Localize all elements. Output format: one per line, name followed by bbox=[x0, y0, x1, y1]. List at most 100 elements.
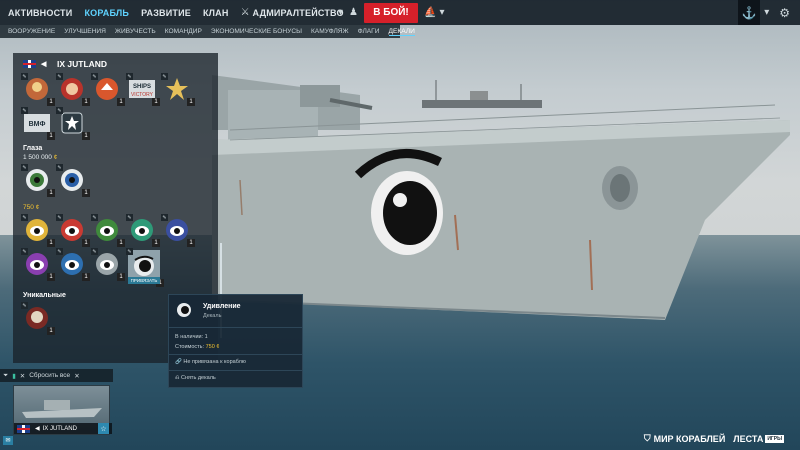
decal-slot[interactable]: SHIPS VICTORY ✎ 1 bbox=[126, 73, 160, 106]
destroyer-class-icon: ◀ bbox=[35, 426, 40, 432]
nav-admiralty[interactable]: АДМИРАЛТЕЙСТВО bbox=[253, 8, 344, 18]
pin-icon: ✎ bbox=[126, 248, 133, 255]
rank-emblem-icon[interactable]: ⚓ bbox=[738, 0, 761, 25]
close-icon[interactable]: ✕ bbox=[20, 372, 25, 380]
studio-tag: ИГРЫ bbox=[765, 434, 784, 443]
decal-count: 1 bbox=[47, 273, 55, 281]
tab-economic-bonuses[interactable]: ЭКОНОМИЧЕСКИЕ БОНУСЫ bbox=[211, 28, 302, 35]
decal-tooltip: Удивление Декаль В наличии: 1 Стоимость:… bbox=[168, 294, 303, 388]
tab-armament[interactable]: ВООРУЖЕНИЕ bbox=[8, 28, 55, 35]
panel-header: ◀ IX JUTLAND bbox=[13, 53, 218, 75]
eyes-section-price: 1 500 000 ¢ bbox=[23, 154, 58, 161]
decal-slot[interactable]: ✎ 1 bbox=[56, 107, 90, 140]
carousel-filter-bar: ⏷ ▮ ✕ Сбросить все ✕ bbox=[0, 369, 113, 382]
link-icon: 🔗 bbox=[175, 359, 182, 365]
pin-icon: ✎ bbox=[126, 73, 133, 80]
decal-count: 1 bbox=[117, 273, 125, 281]
ships-of-victory-logo: SHIPS bbox=[133, 84, 151, 90]
divisions-icon[interactable]: ♟ bbox=[349, 7, 358, 18]
pin-icon: ✎ bbox=[21, 302, 28, 309]
cost-row: Стоимость: 750 ¢ bbox=[175, 344, 220, 350]
decal-slot[interactable]: ✎ 1 bbox=[21, 248, 55, 281]
game-logo: МИР КОРАБЛЕЙ bbox=[653, 433, 726, 444]
reset-filters[interactable]: Сбросить все bbox=[29, 372, 70, 379]
tab-survivability[interactable]: ЖИВУЧЕСТЬ bbox=[115, 28, 156, 35]
decal-slot[interactable]: ✎ 1 bbox=[56, 73, 90, 106]
decal-slot[interactable]: ✎ 1 bbox=[56, 248, 90, 281]
decal-slot[interactable]: ✎ 1 bbox=[21, 302, 55, 335]
decal-count: 1 bbox=[47, 189, 55, 197]
eyes-section-title: Глаза bbox=[23, 145, 43, 152]
decal-slot[interactable]: ✎ 1 bbox=[56, 214, 90, 247]
tooltip-title: Удивление bbox=[203, 303, 241, 310]
bind-button[interactable]: ПРИВЯЗАТЬ bbox=[128, 277, 160, 284]
battle-button[interactable]: В БОЙ! bbox=[364, 2, 418, 23]
in-stock-row: В наличии: 1 bbox=[175, 334, 208, 340]
decal-slot[interactable]: ✎ 1 bbox=[91, 73, 125, 106]
decal-slot[interactable]: ✎ 1 bbox=[21, 214, 55, 247]
filter-icon[interactable]: ⏷ bbox=[3, 372, 8, 380]
favorite-star-icon[interactable]: ☆ bbox=[98, 423, 109, 434]
decal-count: 1 bbox=[47, 327, 55, 335]
battle-mode-icon[interactable]: ⛵ bbox=[424, 7, 436, 18]
eye-decal-icon bbox=[177, 303, 191, 317]
top-navigation-bar: АКТИВНОСТИ КОРАБЛЬ РАЗВИТИЕ КЛАН ⚔ АДМИР… bbox=[0, 0, 800, 25]
decal-slot[interactable]: ✎ 1 bbox=[21, 164, 55, 197]
ship-carousel-card[interactable]: ◀ IX JUTLAND ☆ bbox=[13, 385, 112, 435]
remove-decal-action[interactable]: ⎌ Снять декаль bbox=[175, 375, 216, 382]
pin-icon: ✎ bbox=[161, 73, 168, 80]
nav-activities[interactable]: АКТИВНОСТИ bbox=[8, 8, 72, 18]
decal-slot-selected[interactable]: ✎ 1 ПРИВЯЗАТЬ bbox=[126, 248, 164, 287]
decal-count: 1 bbox=[187, 239, 195, 247]
tab-camouflage[interactable]: КАМУФЛЯЖ bbox=[311, 28, 349, 35]
nav-clan[interactable]: КЛАН bbox=[203, 8, 229, 18]
admiralty-icon: ⚔ bbox=[240, 7, 250, 18]
decal-count: 1 bbox=[47, 132, 55, 140]
uk-flag-icon bbox=[23, 60, 36, 68]
tab-upgrades[interactable]: УЛУЧШЕНИЯ bbox=[64, 28, 106, 35]
credits-icon: ¢ bbox=[53, 154, 58, 161]
divider bbox=[169, 370, 302, 371]
pin-icon: ✎ bbox=[91, 248, 98, 255]
studio-logo: ЛЕСТА bbox=[733, 433, 764, 444]
decal-count: 1 bbox=[82, 273, 90, 281]
uk-flag-icon bbox=[17, 424, 30, 433]
close-icon[interactable]: ✕ bbox=[74, 372, 79, 380]
ship-subnav: ВООРУЖЕНИЕ УЛУЧШЕНИЯ ЖИВУЧЕСТЬ КОМАНДИР … bbox=[0, 25, 415, 38]
decal-slot[interactable]: ✎ 1 bbox=[91, 214, 125, 247]
decal-slot[interactable]: ✎ 1 bbox=[56, 164, 90, 197]
decal-count: 1 bbox=[117, 98, 125, 106]
decal-slot[interactable]: ✎ 1 bbox=[161, 73, 195, 106]
decal-count: 1 bbox=[82, 239, 90, 247]
pin-icon: ✎ bbox=[56, 73, 63, 80]
nav-development[interactable]: РАЗВИТИЕ bbox=[141, 8, 191, 18]
pin-icon: ✎ bbox=[91, 214, 98, 221]
decal-slot[interactable]: ✎ 1 bbox=[21, 73, 55, 106]
tooltip-subtitle: Декаль bbox=[203, 313, 222, 319]
brand-logos: ⛉ МИР КОРАБЛЕЙ ЛЕСТА ИГРЫ bbox=[644, 433, 784, 444]
section-price-750: 750 ¢ bbox=[23, 204, 40, 211]
decal-grid-eyes: ✎ 1 ✎ 1 bbox=[13, 164, 218, 200]
doubloon-icon: ¢ bbox=[35, 204, 40, 211]
tab-flags[interactable]: ФЛАГИ bbox=[358, 28, 380, 35]
chat-icon[interactable]: ✉ bbox=[3, 436, 13, 445]
chevron-down-icon[interactable]: ▾ bbox=[764, 7, 769, 18]
decal-count: 1 bbox=[47, 98, 55, 106]
bookmark-icon[interactable]: ▮ bbox=[12, 372, 16, 380]
pin-icon: ✎ bbox=[21, 214, 28, 221]
chevron-down-icon[interactable]: ▾ bbox=[439, 7, 444, 18]
pin-icon: ✎ bbox=[21, 73, 28, 80]
chevron-down-icon[interactable]: ▾ bbox=[338, 7, 343, 18]
decal-slot[interactable]: ✎ 1 bbox=[126, 214, 160, 247]
tab-decals[interactable]: ДЕКАЛИ bbox=[388, 28, 415, 36]
vmf-decal-text: ВМФ bbox=[29, 121, 46, 128]
decal-count: 1 bbox=[152, 98, 160, 106]
decal-slot[interactable]: ВМФ ✎ 1 bbox=[21, 107, 55, 140]
pin-icon: ✎ bbox=[21, 107, 28, 114]
nav-ship[interactable]: КОРАБЛЬ bbox=[84, 8, 129, 18]
decal-slot[interactable]: ✎ 1 bbox=[161, 214, 195, 247]
carousel-ship-name: IX JUTLAND bbox=[42, 425, 77, 432]
decal-slot[interactable]: ✎ 1 bbox=[91, 248, 125, 281]
gear-icon[interactable]: ⚙ bbox=[779, 6, 790, 20]
tab-commander[interactable]: КОМАНДИР bbox=[165, 28, 202, 35]
